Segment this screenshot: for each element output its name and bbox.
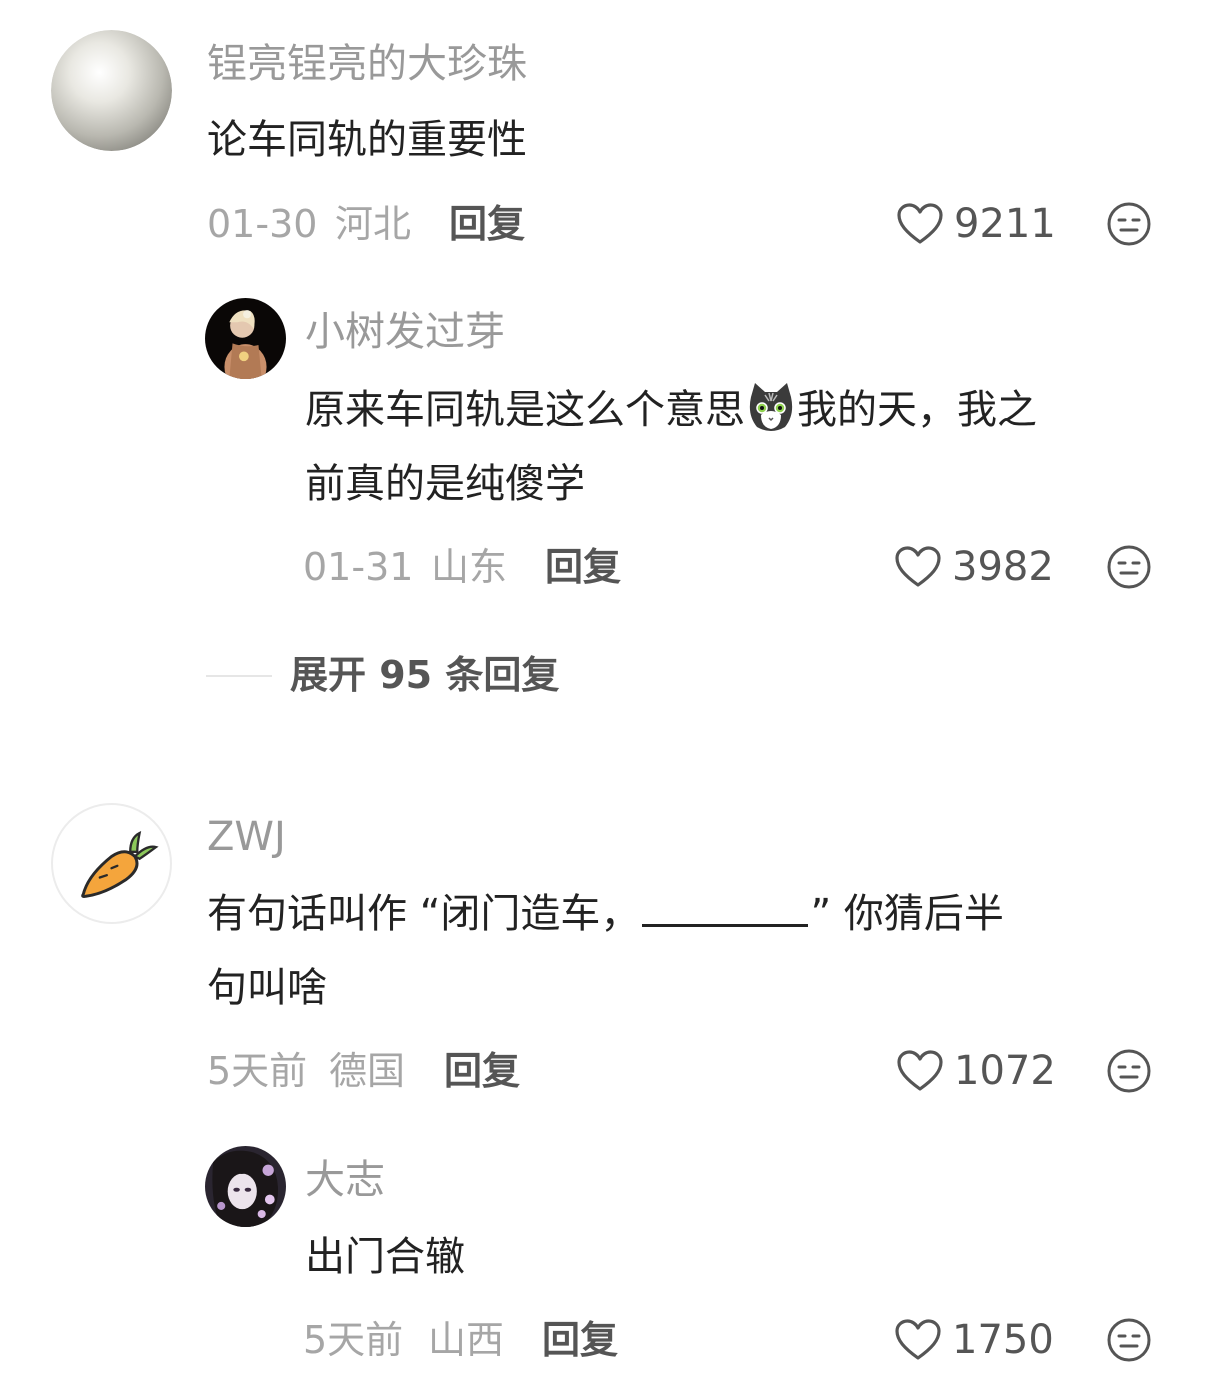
comment-text-after-blank: ” 你猜后半 [810,891,1004,937]
reply-text-line-1: 原来车同轨是这么个意思 我的天，我之 [305,373,1037,447]
like-count: 9211 [954,201,1056,247]
reply-text-before-emoji: 原来车同轨是这么个意思 [305,387,745,433]
avatar-illustrated-girl[interactable] [205,1146,286,1227]
neutral-face-icon [1107,545,1151,589]
reply-text-after-emoji: 我的天，我之 [797,387,1037,433]
comment-text-before-blank: 有句话叫作 “闭门造车， [207,891,641,937]
like-button[interactable]: 1072 [896,1048,1056,1094]
neutral-face-icon [1107,202,1151,246]
pearl-avatar-icon [51,30,172,151]
expand-divider [206,675,272,677]
heart-icon [895,1319,941,1360]
heart-icon [895,546,941,587]
reply-text-line-2: 前真的是纯傻学 [305,461,585,507]
comment-text-line-2: 句叫啥 [207,965,327,1011]
comment-username[interactable]: 锃亮锃亮的大珍珠 [207,40,527,88]
comment-date: 01-30 [207,202,318,246]
dislike-button[interactable] [1106,1317,1152,1363]
like-count: 1750 [952,1317,1054,1363]
heart-icon [897,1050,943,1091]
avatar-portrait[interactable] [205,298,286,379]
reply-button[interactable]: 回复 [542,1317,618,1363]
neutral-face-icon [1107,1049,1151,1093]
like-count: 1072 [954,1048,1056,1094]
fill-in-blank [642,896,809,927]
reply-button[interactable]: 回复 [545,544,621,590]
comment-location: 德国 [329,1049,406,1093]
dislike-button[interactable] [1106,1048,1152,1094]
comment-location: 河北 [335,202,412,246]
reply-button[interactable]: 回复 [444,1048,520,1094]
reply-date: 01-31 [303,545,414,589]
comment-text: 论车同轨的重要性 [207,117,527,163]
heart-icon [897,203,943,244]
comment-date: 5天前 [207,1049,308,1093]
carrot-avatar-icon [81,830,159,899]
reply-username[interactable]: 大志 [305,1156,385,1204]
reply-button[interactable]: 回复 [449,201,525,247]
illustrated-girl-avatar-icon [205,1146,286,1227]
like-button[interactable]: 1750 [894,1317,1054,1363]
expand-replies-button[interactable]: 展开 95 条回复 [290,652,559,698]
reply-location: 山西 [428,1318,505,1362]
cat-emoji-icon [745,381,797,433]
reply-username[interactable]: 小树发过芽 [305,308,505,356]
reply-text: 出门合辙 [305,1234,465,1280]
dislike-button[interactable] [1106,201,1152,247]
comment-text-line-1: 有句话叫作 “闭门造车， ” 你猜后半 [207,877,1004,951]
avatar-carrot[interactable] [51,803,172,924]
like-count: 3982 [952,544,1054,590]
like-button[interactable]: 9211 [896,201,1056,247]
avatar-pearl[interactable] [51,30,172,151]
neutral-face-icon [1107,1318,1151,1362]
reply-date: 5天前 [303,1318,404,1362]
reply-location: 山东 [431,545,508,589]
comment-username[interactable]: ZWJ [207,813,286,861]
portrait-avatar-icon [205,298,286,379]
like-button[interactable]: 3982 [894,544,1054,590]
dislike-button[interactable] [1106,544,1152,590]
